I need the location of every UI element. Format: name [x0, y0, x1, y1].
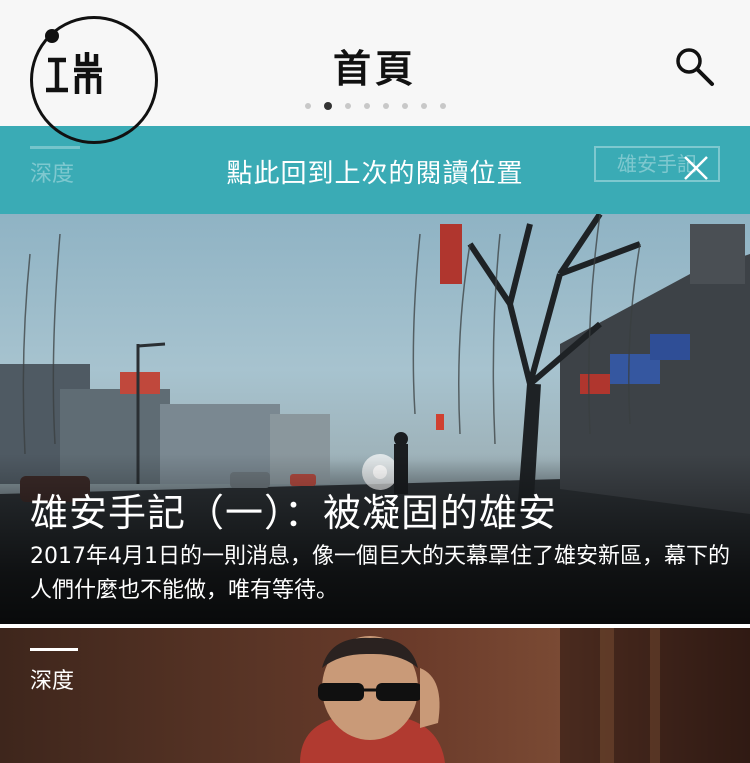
ghost-rule — [30, 146, 80, 149]
page-dot — [420, 103, 427, 109]
next-article-photo — [300, 628, 750, 763]
hero-article-card[interactable]: 雄安手記（一）：被凝固的雄安 2017年4月1日的一則消息，像一個巨大的天幕罩住… — [0, 214, 750, 624]
page-dot — [344, 103, 351, 109]
hero-article-summary: 2017年4月1日的一則消息，像一個巨大的天幕罩住了雄安新區，幕下的人們什麼也不… — [30, 544, 730, 603]
hero-article-title[interactable]: 雄安手記（一）：被凝固的雄安 — [30, 482, 557, 537]
next-article-category[interactable]: 深度 — [30, 663, 74, 695]
app-header: 首頁 — [0, 0, 750, 144]
search-button[interactable] — [672, 44, 718, 90]
page-dot-active — [323, 102, 332, 110]
logo-mark — [46, 52, 102, 94]
category-rule — [30, 648, 78, 651]
page-dot — [382, 103, 389, 109]
page-dot — [304, 103, 311, 109]
next-article-card[interactable]: 深度 — [0, 628, 750, 763]
page-dot — [439, 103, 446, 109]
search-icon — [676, 48, 714, 86]
app-logo[interactable] — [30, 16, 158, 144]
close-banner-button[interactable] — [680, 152, 712, 184]
page-dot — [363, 103, 370, 109]
close-icon — [684, 156, 708, 180]
resume-reading-text[interactable]: 點此回到上次的閱讀位置 — [0, 153, 750, 190]
page-dot — [401, 103, 408, 109]
